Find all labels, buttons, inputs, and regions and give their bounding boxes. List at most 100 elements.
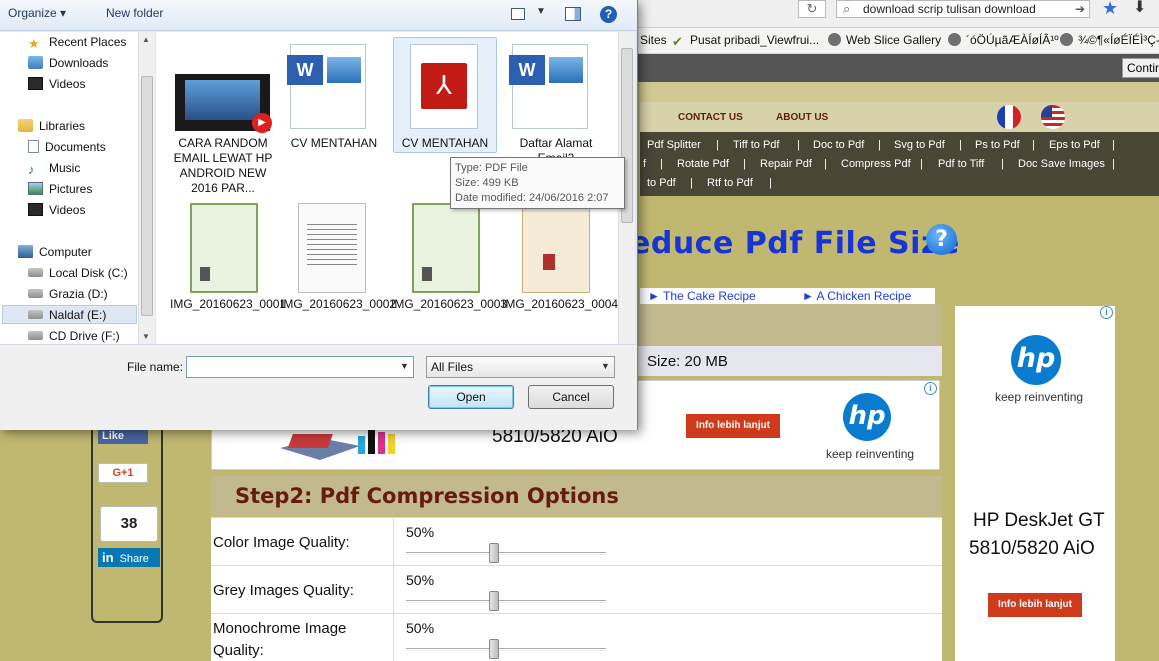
- favorites-star-icon[interactable]: ★: [1102, 0, 1118, 19]
- ad-info-button[interactable]: Info lebih lanjut: [686, 414, 780, 438]
- browser-search-box[interactable]: ⌕ download scrip tulisan download ➔: [836, 0, 1090, 18]
- tool-link[interactable]: Repair Pdf: [760, 158, 812, 170]
- tool-link[interactable]: Pdf to Tiff: [938, 158, 984, 170]
- recipe-link-cake[interactable]: ► The Cake Recipe: [648, 289, 756, 303]
- tool-link[interactable]: Eps to Pdf: [1049, 139, 1100, 151]
- chevron-down-icon[interactable]: ▼: [536, 6, 546, 17]
- bookmark-dianping[interactable]: ´óÖÚµãÆÀÍøÍÂ¹º: [948, 33, 1059, 47]
- bookmark-jingdong[interactable]: ¾©¶«ÍøÉÏÉÌ³Ç-: [1060, 33, 1159, 47]
- tool-link[interactable]: Tiff to Pdf: [733, 139, 779, 151]
- quality-slider-track[interactable]: [406, 552, 606, 555]
- word-document-icon[interactable]: W: [287, 44, 366, 129]
- tool-link[interactable]: f: [643, 158, 646, 170]
- google-plus-button[interactable]: G+1: [98, 463, 148, 483]
- image-thumbnail[interactable]: [412, 203, 480, 293]
- nav-item-libraries[interactable]: Libraries: [18, 119, 85, 133]
- ad-info-button[interactable]: Info lebih lanjut: [988, 593, 1082, 617]
- tool-link[interactable]: to Pdf: [647, 177, 676, 189]
- nav-item-local-disk-c[interactable]: Local Disk (C:): [28, 266, 128, 280]
- tool-link[interactable]: Doc Save Images: [1018, 158, 1105, 170]
- quality-slider-thumb[interactable]: [489, 591, 499, 611]
- quality-slider-track[interactable]: [406, 648, 606, 651]
- tool-link[interactable]: Rotate Pdf: [677, 158, 729, 170]
- cd-drive-icon: [28, 331, 43, 340]
- bookmark-label: ´óÖÚµãÆÀÍøÍÂ¹º: [966, 33, 1059, 47]
- chevron-down-icon[interactable]: ▼: [601, 361, 610, 371]
- facebook-like-label: Like: [102, 430, 125, 442]
- nav-item-grazia-d[interactable]: Grazia (D:): [28, 287, 108, 301]
- file-name[interactable]: CV MENTAHAN: [280, 136, 388, 151]
- recipe-link-chicken[interactable]: ► A Chicken Recipe: [802, 289, 911, 303]
- separator: |: [878, 139, 881, 151]
- share-count: 38: [100, 506, 158, 542]
- file-name[interactable]: CV MENTAHAN: [391, 136, 499, 151]
- nav-item-recent-places[interactable]: ★ Recent Places: [28, 35, 126, 50]
- nav-contact-us[interactable]: CONTACT US: [678, 112, 743, 123]
- nav-item-documents[interactable]: Documents: [28, 140, 106, 154]
- video-thumbnail[interactable]: ▶: [175, 74, 272, 133]
- cancel-button[interactable]: Cancel: [528, 385, 614, 409]
- pdf-document-icon[interactable]: ⅄: [410, 44, 478, 129]
- nav-item-music[interactable]: ♪ Music: [28, 161, 80, 176]
- image-thumbnail[interactable]: [522, 203, 590, 293]
- word-document-icon[interactable]: W: [509, 44, 588, 129]
- bookmark-sites[interactable]: Sites: [640, 33, 667, 47]
- file-type-select[interactable]: All Files: [426, 356, 615, 378]
- quality-slider-thumb[interactable]: [489, 543, 499, 563]
- nav-pane-scrollbar[interactable]: ▲ ▼: [138, 32, 155, 344]
- quality-slider-thumb[interactable]: [489, 639, 499, 659]
- nav-item-downloads[interactable]: Downloads: [28, 56, 108, 70]
- search-icon: ⌕: [843, 1, 851, 16]
- tool-link[interactable]: Pdf Splitter: [647, 139, 701, 151]
- image-thumbnail[interactable]: [190, 203, 258, 293]
- download-icon[interactable]: ⬇: [1133, 0, 1146, 17]
- image-thumbnail[interactable]: [298, 203, 366, 293]
- open-button[interactable]: Open: [428, 385, 514, 409]
- option-row-monochrome: Monochrome Image Quality: 50%: [211, 613, 942, 661]
- option-value: 50%: [406, 524, 435, 540]
- french-flag-icon[interactable]: [997, 105, 1021, 129]
- arrow-right-icon[interactable]: ➔: [1075, 1, 1085, 17]
- new-folder-button[interactable]: New folder: [106, 6, 163, 20]
- nav-item-pictures[interactable]: Pictures: [28, 182, 92, 196]
- nav-item-label: Pictures: [49, 182, 93, 196]
- scrollbar-thumb[interactable]: [141, 76, 153, 316]
- help-icon[interactable]: ?: [926, 224, 957, 255]
- change-view-icon[interactable]: [511, 8, 525, 20]
- tool-link[interactable]: Svg to Pdf: [894, 139, 945, 151]
- bookmark-label: Sites: [640, 33, 667, 47]
- nav-item-computer[interactable]: Computer: [18, 245, 92, 259]
- quality-slider-track[interactable]: [406, 600, 606, 603]
- nav-item-cd-drive-f[interactable]: CD Drive (F:): [28, 329, 120, 343]
- nav-item-naldaf-e[interactable]: Naldaf (E:): [28, 308, 106, 322]
- help-icon[interactable]: ?: [600, 6, 617, 23]
- tool-link[interactable]: Ps to Pdf: [975, 139, 1020, 151]
- us-flag-icon[interactable]: [1041, 105, 1065, 129]
- file-name[interactable]: IMG_20160623_0004: [502, 297, 618, 312]
- scroll-down-icon[interactable]: ▼: [142, 332, 150, 341]
- preview-pane-icon[interactable]: [565, 7, 581, 21]
- continue-button[interactable]: Contir: [1122, 58, 1159, 78]
- file-name-input[interactable]: [186, 356, 414, 378]
- nav-about-us[interactable]: ABOUT US: [776, 112, 828, 123]
- file-name[interactable]: IMG_20160623_0002: [280, 297, 396, 312]
- scroll-up-icon[interactable]: ▲: [142, 35, 150, 44]
- separator: |: [959, 139, 962, 151]
- refresh-button[interactable]: ↻: [798, 0, 826, 18]
- ad-info-icon[interactable]: i: [1100, 306, 1113, 319]
- nav-item-videos[interactable]: Videos: [28, 77, 85, 91]
- ad-info-icon[interactable]: i: [924, 382, 937, 395]
- file-name[interactable]: IMG_20160623_0003: [391, 297, 507, 312]
- bookmark-pusat-pribadi[interactable]: ✔ Pusat pribadi_Viewfrui...: [672, 33, 819, 48]
- nav-item-videos-library[interactable]: Videos: [28, 203, 85, 217]
- tool-link[interactable]: Rtf to Pdf: [707, 177, 753, 189]
- tool-link[interactable]: Compress Pdf: [841, 158, 911, 170]
- bookmark-web-slice-gallery[interactable]: Web Slice Gallery: [828, 33, 941, 47]
- chevron-down-icon[interactable]: ▼: [400, 361, 409, 371]
- linkedin-share-button[interactable]: in Share: [98, 548, 160, 567]
- tool-link[interactable]: Doc to Pdf: [813, 139, 864, 151]
- file-name[interactable]: IMG_20160623_0001: [170, 297, 286, 312]
- facebook-like-button[interactable]: Like: [98, 428, 148, 444]
- organize-button[interactable]: Organize ▾: [8, 6, 66, 20]
- file-name[interactable]: CARA RANDOM EMAIL LEWAT HP ANDROID NEW 2…: [169, 136, 277, 196]
